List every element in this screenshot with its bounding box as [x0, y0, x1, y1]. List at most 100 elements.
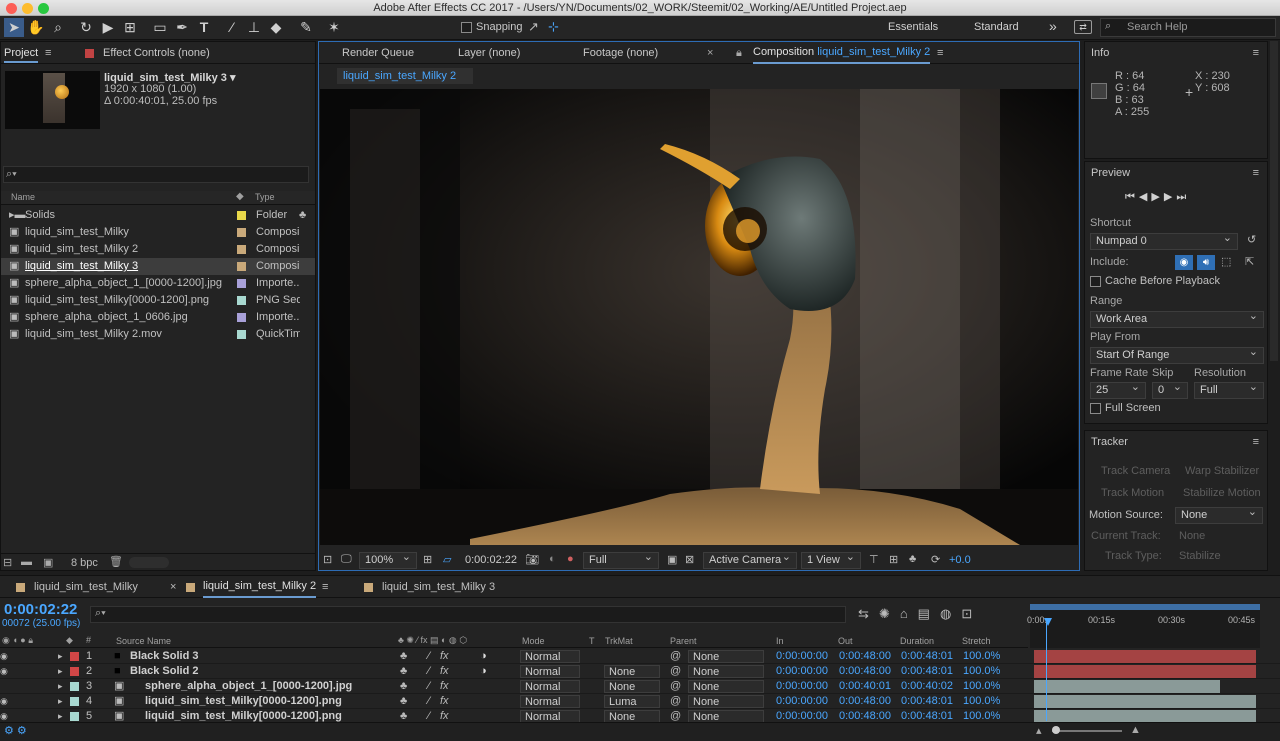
- eraser-tool-icon[interactable]: ◆: [266, 18, 286, 37]
- label-color-swatch[interactable]: [237, 211, 246, 220]
- col-name[interactable]: Name: [11, 192, 35, 202]
- snapping-checkbox[interactable]: [461, 22, 472, 33]
- label-color-swatch[interactable]: [70, 697, 79, 706]
- stabilize-motion-button[interactable]: Stabilize Motion: [1183, 487, 1261, 499]
- label-color-swatch[interactable]: [237, 262, 246, 271]
- previous-frame-icon[interactable]: ◀︎: [1139, 191, 1151, 203]
- shy-switch-icon[interactable]: ♣: [400, 679, 407, 694]
- more-workspaces-icon[interactable]: »: [1049, 18, 1057, 34]
- expand-layer-icon[interactable]: ▸: [58, 679, 63, 694]
- cache-before-playback-checkbox[interactable]: [1090, 276, 1101, 287]
- tab-effect-controls[interactable]: Effect Controls (none): [103, 42, 210, 64]
- project-item[interactable]: ▣ liquid_sim_test_Milky[0000-1200].png PNG…: [1, 292, 315, 309]
- layer-out-time[interactable]: 0:00:48:00: [839, 709, 891, 722]
- layer-duration-bar[interactable]: [1034, 710, 1256, 722]
- project-item[interactable]: ▣ sphere_alpha_object_1_[0000-1200].jpg Im…: [1, 275, 315, 292]
- layer-mode-select[interactable]: Normal: [520, 665, 580, 678]
- sync-settings-icon[interactable]: ⇄: [1074, 20, 1092, 34]
- effects-switch-icon[interactable]: fx: [440, 649, 449, 664]
- selection-tool-icon[interactable]: ➤: [4, 18, 24, 37]
- layer-name[interactable]: sphere_alpha_object_1_[0000-1200].jpg: [145, 679, 352, 694]
- layer-parent-select[interactable]: None: [688, 710, 764, 722]
- project-item[interactable]: ▣ liquid_sim_test_Milky 2 Composi: [1, 241, 315, 258]
- layer-row[interactable]: ◉ ▸ 2 ■ Black Solid 2 ♣ ⁄ fx ◑ Normal None @ None 0:0…: [0, 664, 1280, 679]
- skip-select[interactable]: 0: [1152, 380, 1188, 399]
- camera-tool-icon[interactable]: ▶: [98, 18, 118, 37]
- layer-stretch[interactable]: 100.0%: [963, 679, 1000, 694]
- last-frame-icon[interactable]: ⏭: [1176, 191, 1190, 203]
- label-color-swatch[interactable]: [70, 712, 79, 721]
- layer-stretch[interactable]: 100.0%: [963, 664, 1000, 679]
- layer-trkmat-select[interactable]: None: [604, 710, 660, 722]
- effects-switch-icon[interactable]: fx: [440, 679, 449, 694]
- layer-parent-select[interactable]: None: [688, 680, 764, 693]
- label-color-swatch[interactable]: [70, 652, 79, 661]
- pan-behind-tool-icon[interactable]: ⊞: [120, 18, 140, 37]
- layer-out-time[interactable]: 0:00:48:00: [839, 694, 891, 709]
- layer-out-time[interactable]: 0:00:48:00: [839, 649, 891, 664]
- layer-name[interactable]: liquid_sim_test_Milky[0000-1200].png: [145, 709, 342, 722]
- label-color-swatch[interactable]: [237, 313, 246, 322]
- viewer-timecode[interactable]: 0:00:02:22: [465, 554, 517, 566]
- flowchart-icon[interactable]: ♣: [299, 207, 306, 224]
- visibility-eye-icon[interactable]: ◉: [0, 694, 8, 709]
- comp-mini-flowchart-icon[interactable]: ⇆: [858, 606, 879, 621]
- label-color-swatch[interactable]: [237, 245, 246, 254]
- project-item[interactable]: ▸▬ Solids Folder ♣: [1, 207, 315, 224]
- always-preview-icon[interactable]: ⊡: [323, 553, 332, 566]
- project-search-input[interactable]: ⌕▾: [3, 166, 309, 183]
- new-folder-icon[interactable]: ▬: [21, 556, 32, 568]
- pen-tool-icon[interactable]: ✒: [172, 18, 192, 37]
- shy-layers-icon[interactable]: ⌂: [900, 606, 918, 621]
- work-area-bar[interactable]: [1030, 604, 1260, 610]
- lock-icon[interactable]: 🔒︎: [736, 42, 742, 64]
- rotate-tool-icon[interactable]: ↻: [76, 18, 96, 37]
- expand-layer-icon[interactable]: ▸: [58, 664, 63, 679]
- shy-switch-icon[interactable]: ♣: [400, 694, 407, 709]
- layer-duration[interactable]: 0:00:48:01: [901, 649, 953, 664]
- quality-switch-icon[interactable]: ⁄: [428, 649, 430, 664]
- timeline-tab-1[interactable]: liquid_sim_test_Milky: [34, 576, 138, 598]
- snap-options-icon[interactable]: ↗: [528, 19, 539, 35]
- layer-mode-select[interactable]: Normal: [520, 710, 580, 722]
- layer-parent-select[interactable]: None: [688, 650, 764, 663]
- tab-footage[interactable]: Footage (none): [583, 42, 658, 64]
- resolution-select[interactable]: Full: [583, 550, 659, 569]
- layer-out-time[interactable]: 0:00:48:00: [839, 664, 891, 679]
- flowchart-icon[interactable]: ♣: [909, 553, 916, 565]
- layer-duration-bar[interactable]: [1034, 665, 1256, 678]
- timeline-tab-2[interactable]: liquid_sim_test_Milky 2: [203, 576, 317, 598]
- layer-row[interactable]: ◉ ▸ 4 ▣ liquid_sim_test_Milky[0000-1200].png…: [0, 694, 1280, 709]
- tab-render-queue[interactable]: Render Queue: [342, 42, 414, 64]
- timeline-zoom-slider[interactable]: [1052, 730, 1122, 732]
- parent-pickwhip-icon[interactable]: @: [670, 709, 681, 722]
- layer-stretch[interactable]: 100.0%: [963, 694, 1000, 709]
- layer-trkmat-select[interactable]: None: [604, 665, 660, 678]
- zoom-out-icon[interactable]: ▴: [1036, 724, 1042, 737]
- layer-in-time[interactable]: 0:00:00:00: [776, 709, 828, 722]
- parent-pickwhip-icon[interactable]: @: [670, 664, 681, 679]
- include-video-eye-icon[interactable]: ◉: [1175, 255, 1193, 270]
- rectangle-tool-icon[interactable]: ▭: [150, 18, 170, 37]
- timeline-tab-3[interactable]: liquid_sim_test_Milky 3: [382, 576, 495, 598]
- right-panels-scrollbar[interactable]: [1270, 41, 1278, 361]
- parent-pickwhip-icon[interactable]: @: [670, 679, 681, 694]
- include-audio-speaker-icon[interactable]: 🔊︎: [1197, 255, 1215, 270]
- layer-stretch[interactable]: 100.0%: [963, 709, 1000, 722]
- expand-layer-icon[interactable]: ▸: [58, 709, 63, 722]
- tab-layer[interactable]: Layer (none): [458, 42, 520, 64]
- zoom-tool-icon[interactable]: ⌕: [48, 18, 68, 37]
- project-item[interactable]: ▣ liquid_sim_test_Milky Composi: [1, 224, 315, 241]
- roto-brush-tool-icon[interactable]: ✎: [296, 18, 316, 37]
- warp-stabilizer-button[interactable]: Warp Stabilizer: [1185, 465, 1259, 477]
- motion-blur-icon[interactable]: ◍: [940, 606, 961, 621]
- close-tab-icon[interactable]: ×: [170, 576, 176, 598]
- display-icon[interactable]: 🖵︎: [341, 553, 352, 566]
- comp-subtab[interactable]: liquid_sim_test_Milky 2: [337, 68, 473, 84]
- search-help-input[interactable]: ⌕ Search Help: [1100, 18, 1276, 37]
- layer-mode-select[interactable]: Normal: [520, 650, 580, 663]
- col-out[interactable]: Out: [838, 636, 853, 646]
- label-color-swatch[interactable]: [70, 667, 79, 676]
- label-col-icon[interactable]: ◆: [236, 191, 244, 202]
- snap-edges-icon[interactable]: ⊹: [548, 19, 559, 35]
